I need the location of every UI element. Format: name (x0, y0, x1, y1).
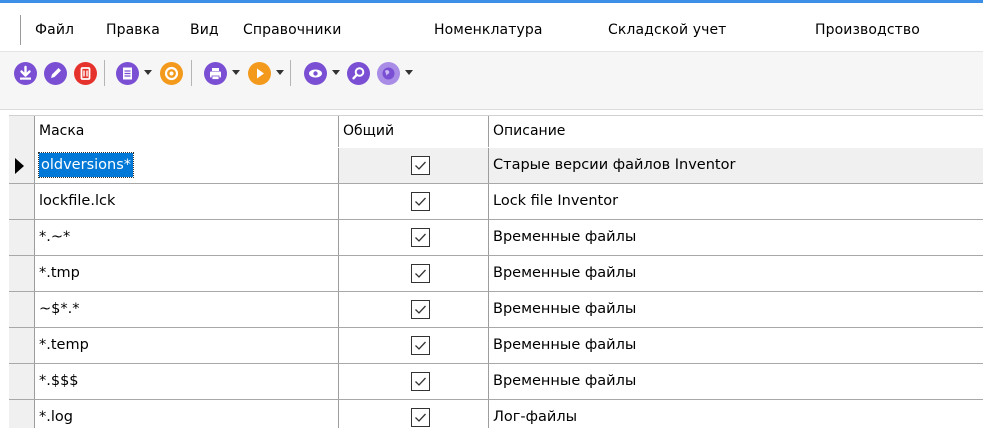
table-row[interactable]: ~$*.* Временные файлы (9, 292, 983, 328)
check-mark-icon (415, 233, 426, 242)
delete-icon[interactable] (74, 62, 97, 85)
cell-mask-text: oldversions* (37, 152, 135, 178)
globe-icon[interactable] (377, 62, 400, 85)
toolbar-separator (104, 60, 105, 86)
table-row[interactable]: *.temp Временные файлы (9, 328, 983, 364)
menu-nomenclature[interactable]: Номенклатура (434, 22, 543, 38)
check-mark-icon (415, 377, 426, 386)
column-header-common[interactable]: Общий (339, 116, 489, 147)
search-icon[interactable] (347, 62, 370, 85)
cell-common (339, 292, 489, 327)
row-indicator[interactable] (9, 184, 35, 219)
check-mark-icon (415, 197, 426, 206)
common-checkbox[interactable] (411, 300, 430, 319)
grid-header: Маска Общий Описание (9, 115, 983, 147)
download-icon[interactable] (14, 62, 37, 85)
view-dropdown-arrow[interactable] (332, 70, 340, 75)
check-mark-icon (415, 269, 426, 278)
common-checkbox[interactable] (411, 192, 430, 211)
play-icon[interactable] (248, 62, 271, 85)
print-dropdown-arrow[interactable] (232, 70, 240, 75)
play-dropdown-arrow[interactable] (276, 70, 284, 75)
column-header-description[interactable]: Описание (489, 116, 983, 147)
check-mark-icon (415, 413, 426, 422)
globe-dropdown-arrow[interactable] (405, 70, 413, 75)
menu-file[interactable]: Файл (35, 22, 74, 38)
table-row[interactable]: *.log Лог-файлы (9, 400, 983, 428)
toolbar-separator (290, 60, 291, 86)
table-row[interactable]: lockfile.lck Lock file Inventor (9, 184, 983, 220)
cell-mask-text: *.$$$ (39, 373, 79, 389)
row-indicator[interactable] (9, 400, 35, 428)
cell-mask-text: *.~* (39, 229, 71, 245)
cell-description[interactable]: Лог-файлы (489, 400, 983, 428)
cell-description[interactable]: Временные файлы (489, 364, 983, 399)
cell-mask-text: *.tmp (39, 265, 80, 281)
common-checkbox[interactable] (411, 372, 430, 391)
row-indicator[interactable] (9, 328, 35, 363)
menu-references[interactable]: Справочники (243, 22, 341, 38)
document-icon[interactable] (116, 62, 139, 85)
menu-bar: Файл Правка Вид Справочники Номенклатура… (0, 3, 983, 52)
header-corner (9, 116, 35, 147)
common-checkbox[interactable] (411, 336, 430, 355)
check-mark-icon (415, 305, 426, 314)
cell-mask[interactable]: *.~* (35, 220, 339, 255)
current-row-arrow-icon (15, 158, 24, 174)
menu-warehouse[interactable]: Складской учет (608, 22, 726, 38)
cell-common (339, 328, 489, 363)
cell-description[interactable]: Старые версии файлов Inventor (489, 148, 983, 183)
cell-common (339, 364, 489, 399)
table-row[interactable]: *.~* Временные файлы (9, 220, 983, 256)
common-checkbox[interactable] (411, 228, 430, 247)
document-dropdown-arrow[interactable] (144, 70, 152, 75)
view-icon[interactable] (304, 62, 327, 85)
menu-grip (20, 15, 21, 45)
cell-mask[interactable]: ~$*.* (35, 292, 339, 327)
cell-mask[interactable]: *.tmp (35, 256, 339, 291)
cell-mask[interactable]: *.$$$ (35, 364, 339, 399)
column-header-mask[interactable]: Маска (35, 116, 339, 147)
cell-common (339, 148, 489, 183)
common-checkbox[interactable] (411, 156, 430, 175)
row-indicator[interactable] (9, 220, 35, 255)
check-mark-icon (415, 161, 426, 170)
menu-production[interactable]: Производство (815, 22, 920, 38)
toolbar-separator (191, 60, 192, 86)
menu-edit[interactable]: Правка (106, 22, 160, 38)
refresh-icon[interactable] (160, 62, 183, 85)
row-indicator[interactable] (9, 256, 35, 291)
cell-description[interactable]: Временные файлы (489, 292, 983, 327)
table-row[interactable]: *.tmp Временные файлы (9, 256, 983, 292)
cell-mask-text: *.temp (39, 337, 89, 353)
cell-description[interactable]: Временные файлы (489, 220, 983, 255)
mask-grid: Маска Общий Описание oldversions* Старые … (0, 110, 983, 428)
row-indicator[interactable] (9, 292, 35, 327)
cell-description[interactable]: Временные файлы (489, 328, 983, 363)
cell-mask[interactable]: *.temp (35, 328, 339, 363)
menu-view[interactable]: Вид (190, 22, 219, 38)
common-checkbox[interactable] (411, 408, 430, 427)
cell-mask-text: *.log (39, 409, 73, 425)
table-row[interactable]: *.$$$ Временные файлы (9, 364, 983, 400)
cell-common (339, 400, 489, 428)
check-mark-icon (415, 341, 426, 350)
cell-mask[interactable]: lockfile.lck (35, 184, 339, 219)
edit-icon[interactable] (44, 62, 67, 85)
cell-description[interactable]: Временные файлы (489, 256, 983, 291)
cell-mask[interactable]: oldversions* (35, 148, 339, 183)
cell-common (339, 220, 489, 255)
row-indicator[interactable] (9, 148, 35, 183)
cell-common (339, 256, 489, 291)
common-checkbox[interactable] (411, 264, 430, 283)
toolbar (0, 52, 983, 110)
print-icon[interactable] (204, 62, 227, 85)
cell-mask[interactable]: *.log (35, 400, 339, 428)
cell-mask-text: lockfile.lck (39, 193, 116, 209)
cell-mask-text: ~$*.* (39, 301, 80, 317)
row-indicator[interactable] (9, 364, 35, 399)
cell-description[interactable]: Lock file Inventor (489, 184, 983, 219)
table-row[interactable]: oldversions* Старые версии файлов Invento… (9, 148, 983, 184)
cell-common (339, 184, 489, 219)
